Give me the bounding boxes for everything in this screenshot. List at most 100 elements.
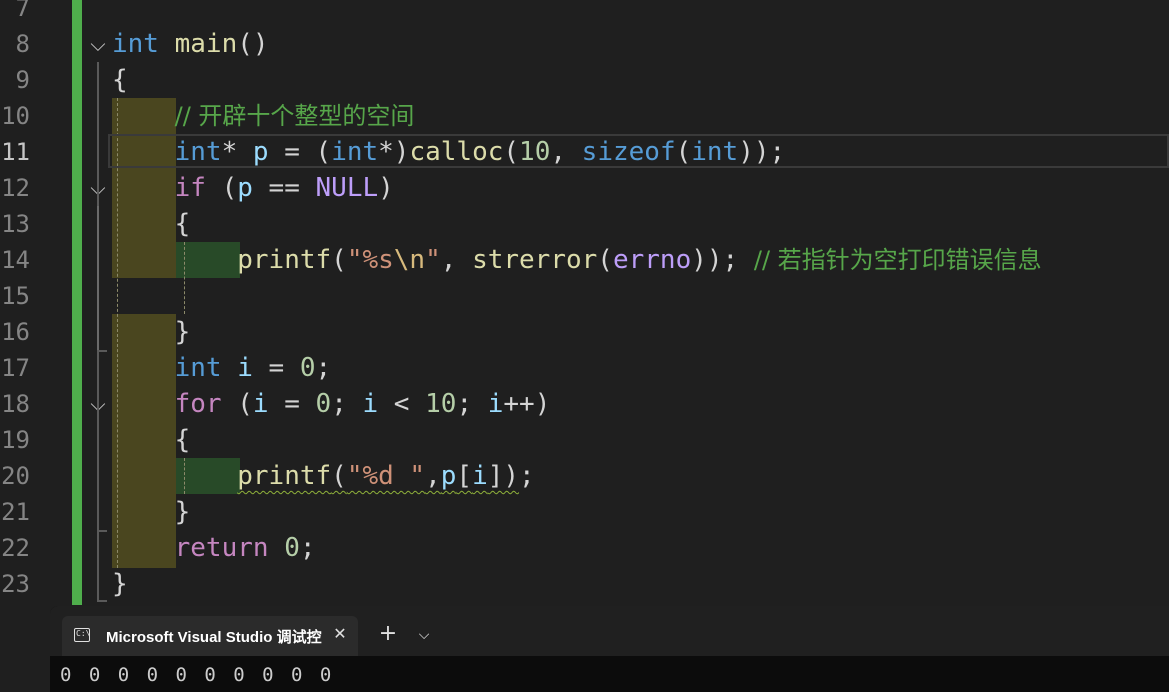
console-icon: C:\ <box>74 628 90 642</box>
line-number: 24 <box>0 602 30 605</box>
code-token: ( <box>331 245 347 275</box>
code-token: [ <box>456 461 473 491</box>
line-number: 9 <box>15 66 30 94</box>
code-token: "%s <box>346 245 394 275</box>
code-token: ; <box>299 533 316 563</box>
code-token: == <box>252 173 316 203</box>
code-line[interactable]: { <box>112 422 191 458</box>
chevron-down-icon[interactable]: ⌵ <box>414 622 434 648</box>
code-token: calloc <box>409 137 504 167</box>
code-token: { <box>174 209 191 239</box>
code-token: ) <box>378 173 394 203</box>
code-token: // 若指针为空打印错误信息 <box>753 246 1042 274</box>
code-line[interactable]: int* p = (int*)calloc(10, sizeof(int)); <box>112 134 786 170</box>
code-line[interactable]: return 0; <box>112 530 316 566</box>
code-line[interactable]: } <box>112 314 191 350</box>
code-token: , <box>440 245 473 275</box>
code-token: *) <box>378 137 410 167</box>
line-number: 11 <box>1 138 30 166</box>
code-line[interactable]: { <box>112 206 191 242</box>
line-number: 12 <box>1 174 30 202</box>
scope-outline-end <box>97 530 107 532</box>
code-token: ; <box>315 353 332 383</box>
code-token: i <box>487 389 504 419</box>
line-number: 10 <box>1 102 30 130</box>
code-token: printf <box>237 245 332 275</box>
scope-outline-end <box>97 600 107 602</box>
code-token: int <box>174 353 222 383</box>
code-line[interactable]: for (i = 0; i < 10; i++) <box>112 386 551 422</box>
code-token: // 开辟十个整型的空间 <box>174 102 415 130</box>
scope-outline-if <box>97 206 99 350</box>
code-token: } <box>112 569 128 599</box>
code-line[interactable]: int main() <box>112 26 269 62</box>
debug-console-window[interactable]: C:\ Microsoft Visual Studio 调试控 ✕ + ⌵ 0 … <box>50 606 1169 692</box>
line-number: 7 <box>15 0 30 22</box>
line-number: 20 <box>1 462 30 490</box>
code-token: int <box>331 137 379 167</box>
code-token: = <box>252 353 300 383</box>
code-line[interactable]: printf("%d ",p[i]); <box>112 458 534 494</box>
line-number: 23 <box>1 570 30 598</box>
code-token: ( <box>331 461 347 491</box>
change-indicator-bar <box>72 0 82 605</box>
code-token: 0 <box>299 353 316 383</box>
code-token: "%d " <box>346 461 426 491</box>
code-token: i <box>362 389 379 419</box>
fold-chevron-icon[interactable]: ⌵ <box>88 26 108 62</box>
line-number: 18 <box>1 390 30 418</box>
line-number: 13 <box>1 210 30 238</box>
code-line[interactable]: int i = 0; <box>112 350 332 386</box>
code-token: ++) <box>503 389 551 419</box>
code-token: ( <box>675 137 692 167</box>
code-token: sizeof <box>581 137 676 167</box>
line-number: 17 <box>1 354 30 382</box>
code-token: { <box>112 65 128 95</box>
code-token: for <box>174 389 222 419</box>
code-token: ; <box>331 389 363 419</box>
code-token: = ( <box>268 137 332 167</box>
code-token: int <box>112 29 159 59</box>
code-token: p <box>237 173 253 203</box>
code-token: return <box>174 533 269 563</box>
code-line[interactable]: // 开辟十个整型的空间 <box>112 98 415 134</box>
code-token: } <box>174 497 191 527</box>
code-line[interactable]: if (p == NULL) <box>112 170 394 206</box>
code-token: ; <box>456 389 488 419</box>
code-token: ( <box>205 173 238 203</box>
code-token: )); <box>691 245 754 275</box>
line-number: 15 <box>1 282 30 310</box>
code-line[interactable]: printf("%s\n", strerror(errno)); // 若指针为… <box>112 242 1042 278</box>
code-token: 10 <box>519 137 551 167</box>
code-line[interactable]: } <box>112 494 191 530</box>
code-editor[interactable]: 789101112131415161718192021222324 ⌵ ⌵ ⌵ … <box>0 0 1169 605</box>
code-token: i <box>237 353 253 383</box>
code-line[interactable]: { <box>112 62 128 98</box>
terminal-tab[interactable]: C:\ Microsoft Visual Studio 调试控 ✕ <box>62 616 358 656</box>
code-token: p <box>252 137 269 167</box>
plus-icon[interactable]: + <box>376 620 400 650</box>
line-number: 21 <box>1 498 30 526</box>
code-token: , <box>550 137 582 167</box>
code-token: 10 <box>425 389 457 419</box>
code-token: p <box>440 461 457 491</box>
code-token: , <box>425 461 441 491</box>
code-line[interactable]: } <box>112 566 128 602</box>
code-token: 0 <box>315 389 332 419</box>
close-icon[interactable]: ✕ <box>330 622 350 646</box>
code-token: < <box>378 389 426 419</box>
code-token: ]) <box>487 461 520 491</box>
code-token: = <box>268 389 316 419</box>
code-token: () <box>237 29 269 59</box>
